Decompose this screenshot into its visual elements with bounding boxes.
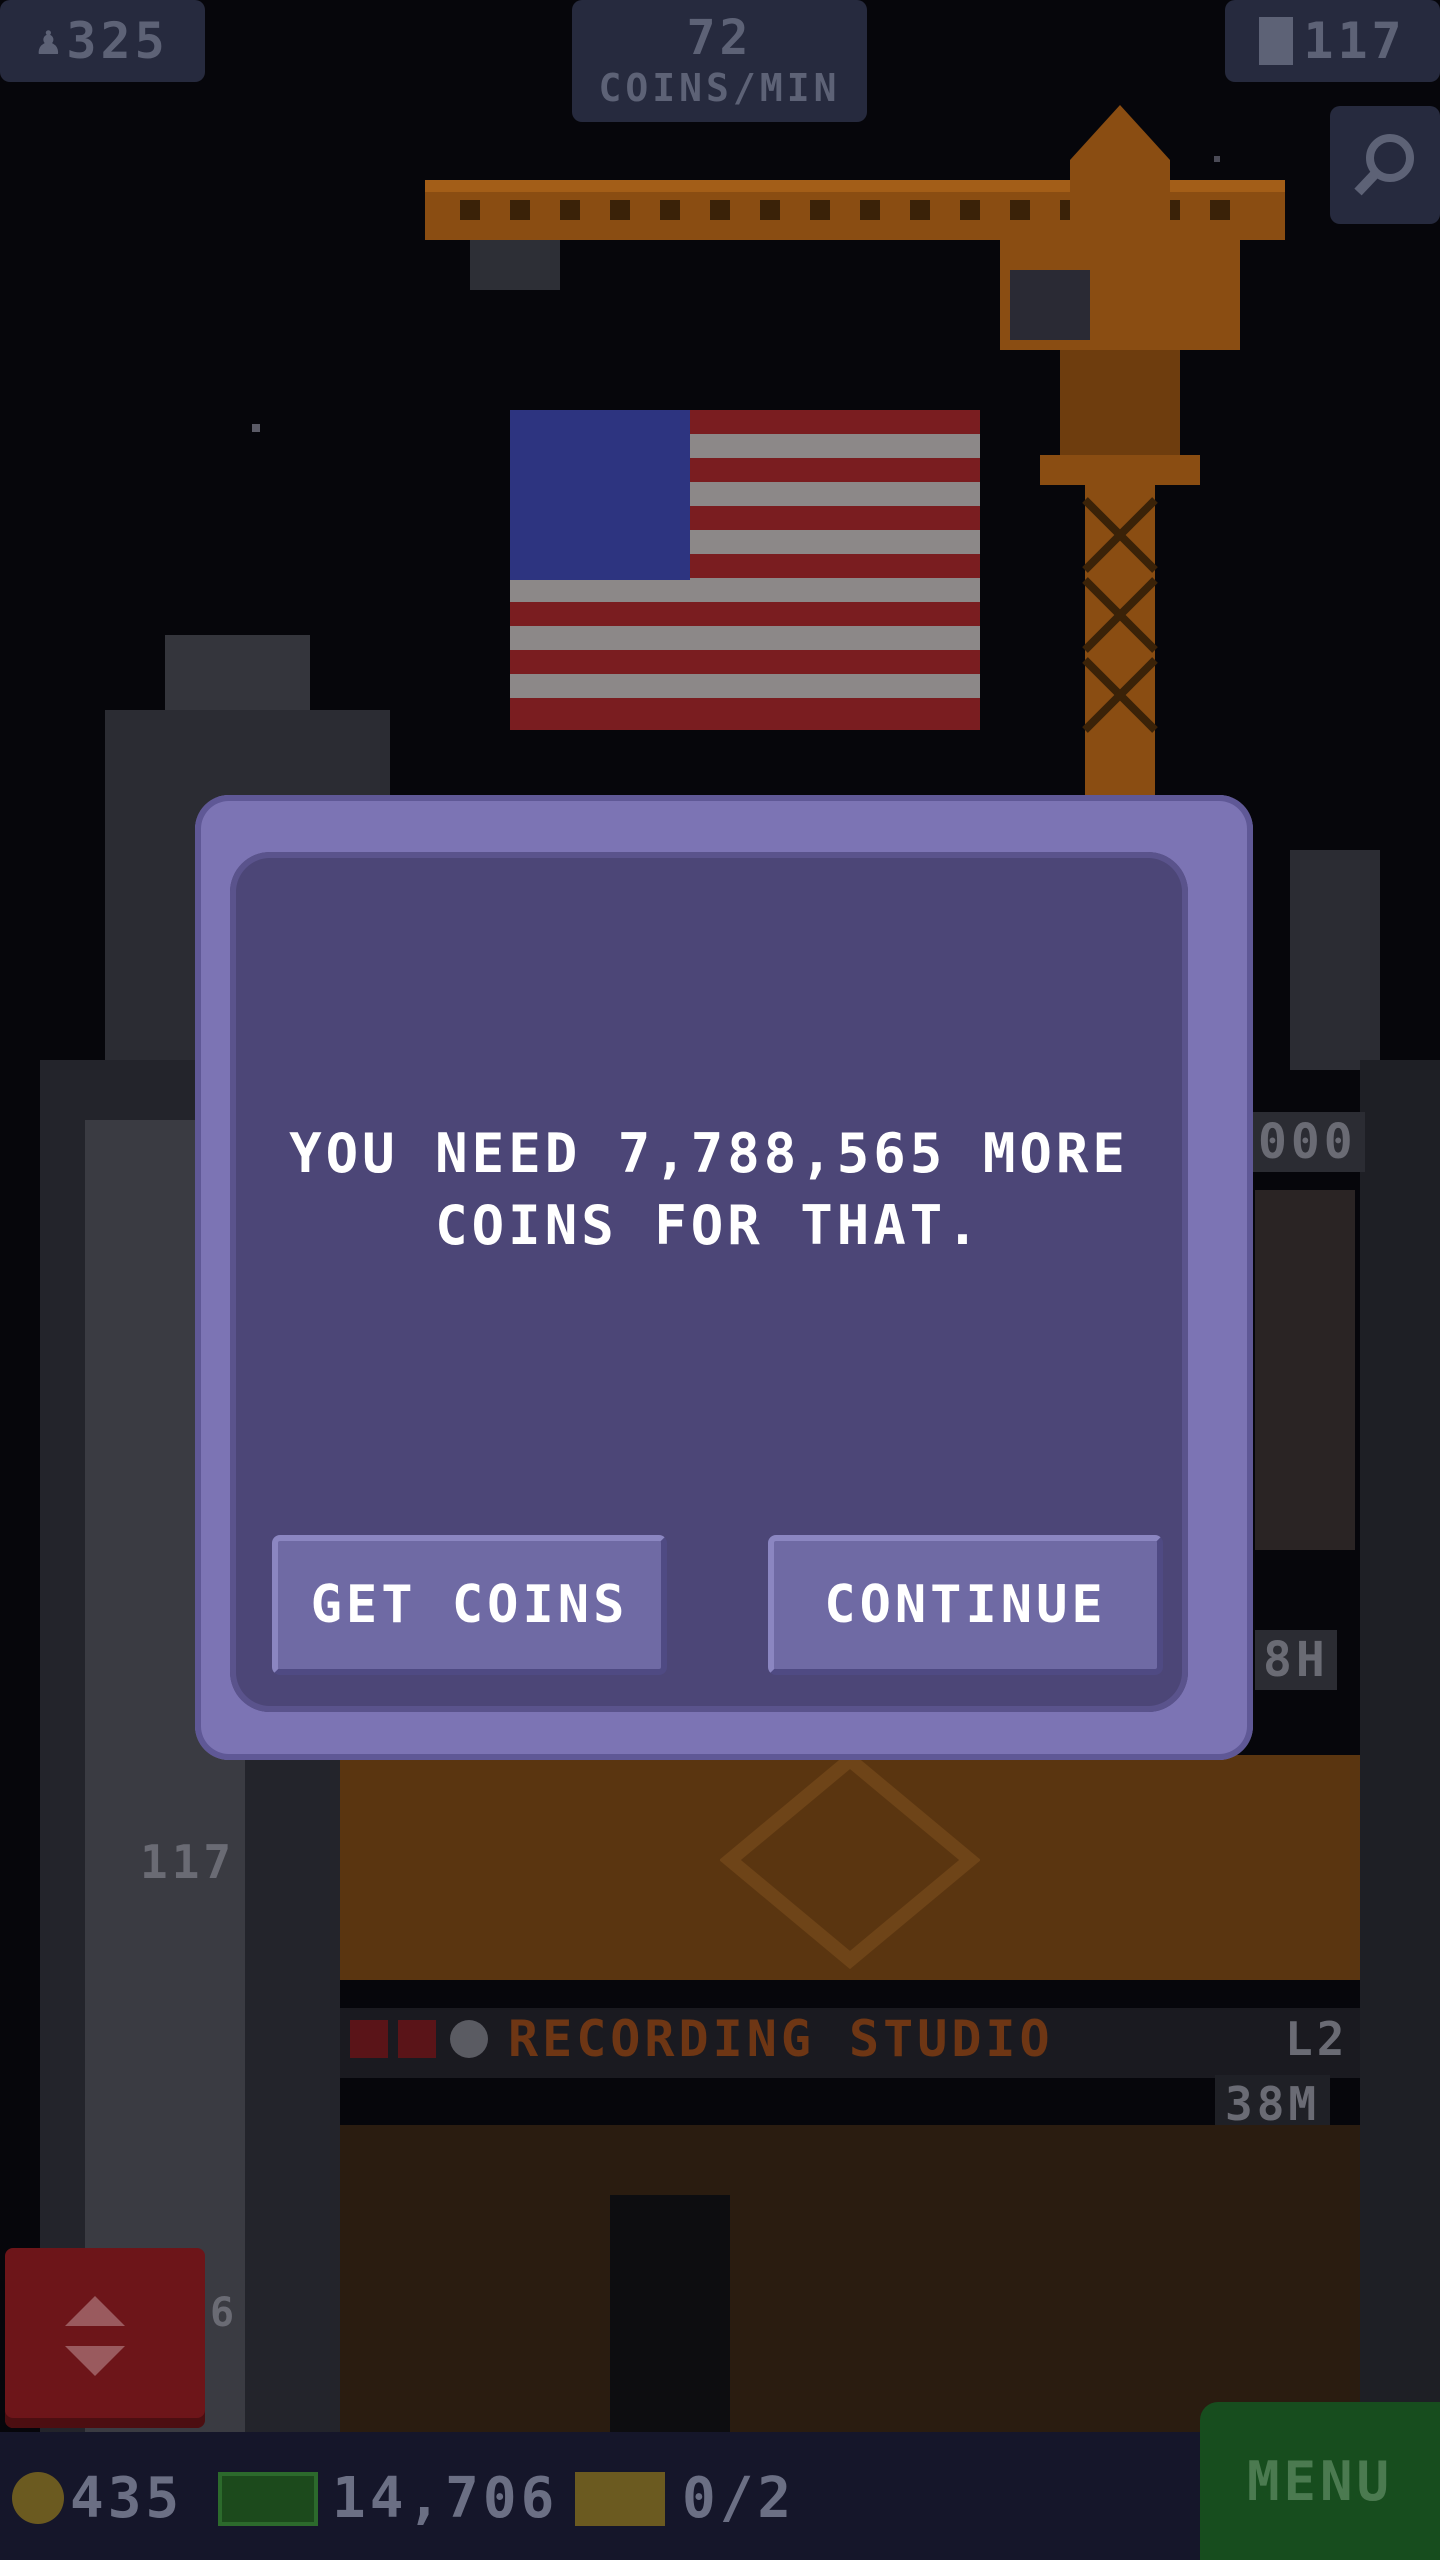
search-button[interactable] bbox=[1330, 106, 1440, 224]
population-value: 325 bbox=[66, 12, 169, 70]
continue-button[interactable]: CONTINUE bbox=[768, 1535, 1163, 1675]
us-flag bbox=[510, 410, 980, 730]
floor-stub-label: 6 bbox=[210, 2290, 239, 2336]
floor-count-value: 117 bbox=[1303, 12, 1406, 70]
coin-rate-unit: COINS/MIN bbox=[598, 66, 841, 110]
dialog-message-line-2: COINS FOR THAT. bbox=[435, 1194, 983, 1257]
bux-icon bbox=[218, 2472, 318, 2526]
menu-button[interactable]: MENU bbox=[1200, 2402, 1440, 2560]
person-icon: ♟ bbox=[36, 18, 61, 64]
bux-balance[interactable]: 14,706 bbox=[332, 2466, 558, 2531]
clock-icon bbox=[450, 2020, 488, 2058]
building-icon bbox=[1259, 17, 1294, 65]
dialog-message-line-1: YOU NEED 7,788,565 MORE bbox=[289, 1122, 1129, 1185]
dialog-message: YOU NEED 7,788,565 MORE COINS FOR THAT. bbox=[230, 1118, 1188, 1262]
store-floor-room bbox=[340, 2125, 1360, 2432]
coin-icon bbox=[12, 2472, 64, 2524]
get-coins-label: GET COINS bbox=[310, 1575, 629, 1635]
floor-number-label: 117 bbox=[140, 1835, 236, 1889]
floor-timer: 8H bbox=[1255, 1630, 1337, 1690]
store-name: RECORDING STUDIO bbox=[508, 2010, 1054, 2068]
neighbor-building bbox=[165, 635, 310, 715]
get-coins-button[interactable]: GET COINS bbox=[272, 1535, 667, 1675]
floor-counter[interactable]: 117 bbox=[1225, 0, 1440, 82]
store-doorway bbox=[610, 2195, 730, 2432]
tower-right-edge bbox=[1360, 1060, 1440, 2432]
floor-timer: 000 bbox=[1250, 1112, 1365, 1172]
elevator-button[interactable] bbox=[5, 2248, 205, 2428]
ticket-icon bbox=[575, 2472, 665, 2526]
up-down-arrows-icon bbox=[65, 2296, 125, 2376]
ticket-count[interactable]: 0/2 bbox=[682, 2466, 795, 2531]
coin-rate-value: 72 bbox=[686, 10, 753, 66]
coin-rate-display: 72 COINS/MIN bbox=[572, 0, 867, 122]
store-level: L2 bbox=[1285, 2012, 1349, 2066]
magnifier-icon bbox=[1354, 134, 1414, 196]
menu-label: MENU bbox=[1246, 2449, 1394, 2513]
continue-label: CONTINUE bbox=[824, 1575, 1107, 1635]
coin-balance[interactable]: 435 bbox=[70, 2466, 183, 2531]
star bbox=[252, 424, 260, 432]
stock-empty-icon bbox=[398, 2020, 436, 2058]
population-counter[interactable]: ♟ 325 bbox=[0, 0, 205, 82]
stock-empty-icon bbox=[350, 2020, 388, 2058]
construction-sign-icon bbox=[720, 1750, 980, 1970]
tower-right-column bbox=[1290, 850, 1380, 1070]
floor-room bbox=[1255, 1190, 1355, 1550]
